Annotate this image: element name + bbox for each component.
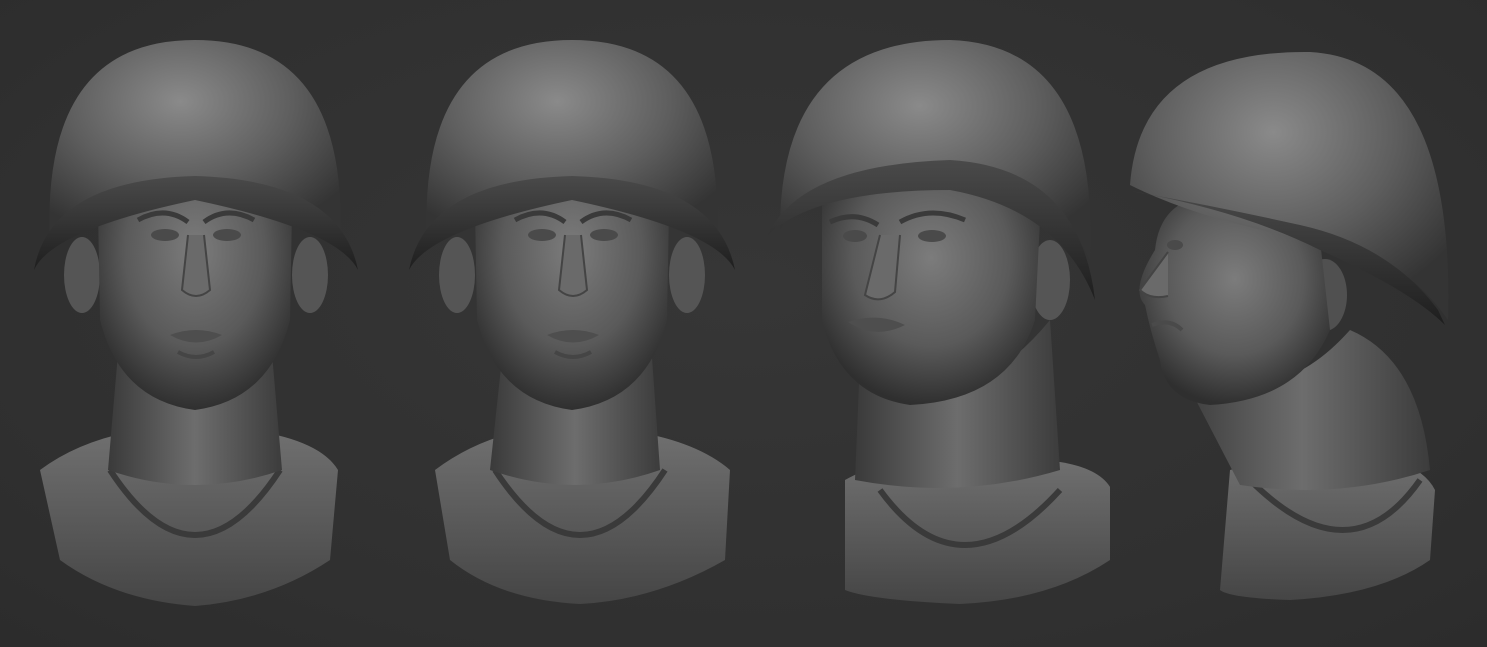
left-ear bbox=[64, 237, 100, 313]
right-eye bbox=[213, 229, 241, 241]
bust-three-quarter-illustration bbox=[768, 40, 1110, 604]
bust-front-illustration bbox=[409, 40, 735, 604]
right-ear bbox=[292, 237, 328, 313]
left-eye bbox=[843, 230, 867, 242]
left-eye bbox=[151, 229, 179, 241]
bust-profile-illustration bbox=[1125, 51, 1449, 600]
bust-profile-view bbox=[1120, 0, 1470, 620]
render-canvas bbox=[0, 0, 1487, 647]
right-eye bbox=[590, 229, 618, 241]
nose bbox=[557, 234, 589, 297]
bust-three-quarter-view bbox=[760, 0, 1110, 620]
nose bbox=[180, 234, 212, 297]
bust-front-view-2 bbox=[395, 0, 745, 620]
right-eye bbox=[918, 230, 946, 242]
left-ear bbox=[439, 237, 475, 313]
right-ear bbox=[669, 237, 705, 313]
bust-front-view-1 bbox=[20, 0, 370, 620]
bust-front-illustration bbox=[34, 40, 358, 606]
eye bbox=[1167, 240, 1183, 250]
left-eye bbox=[528, 229, 556, 241]
